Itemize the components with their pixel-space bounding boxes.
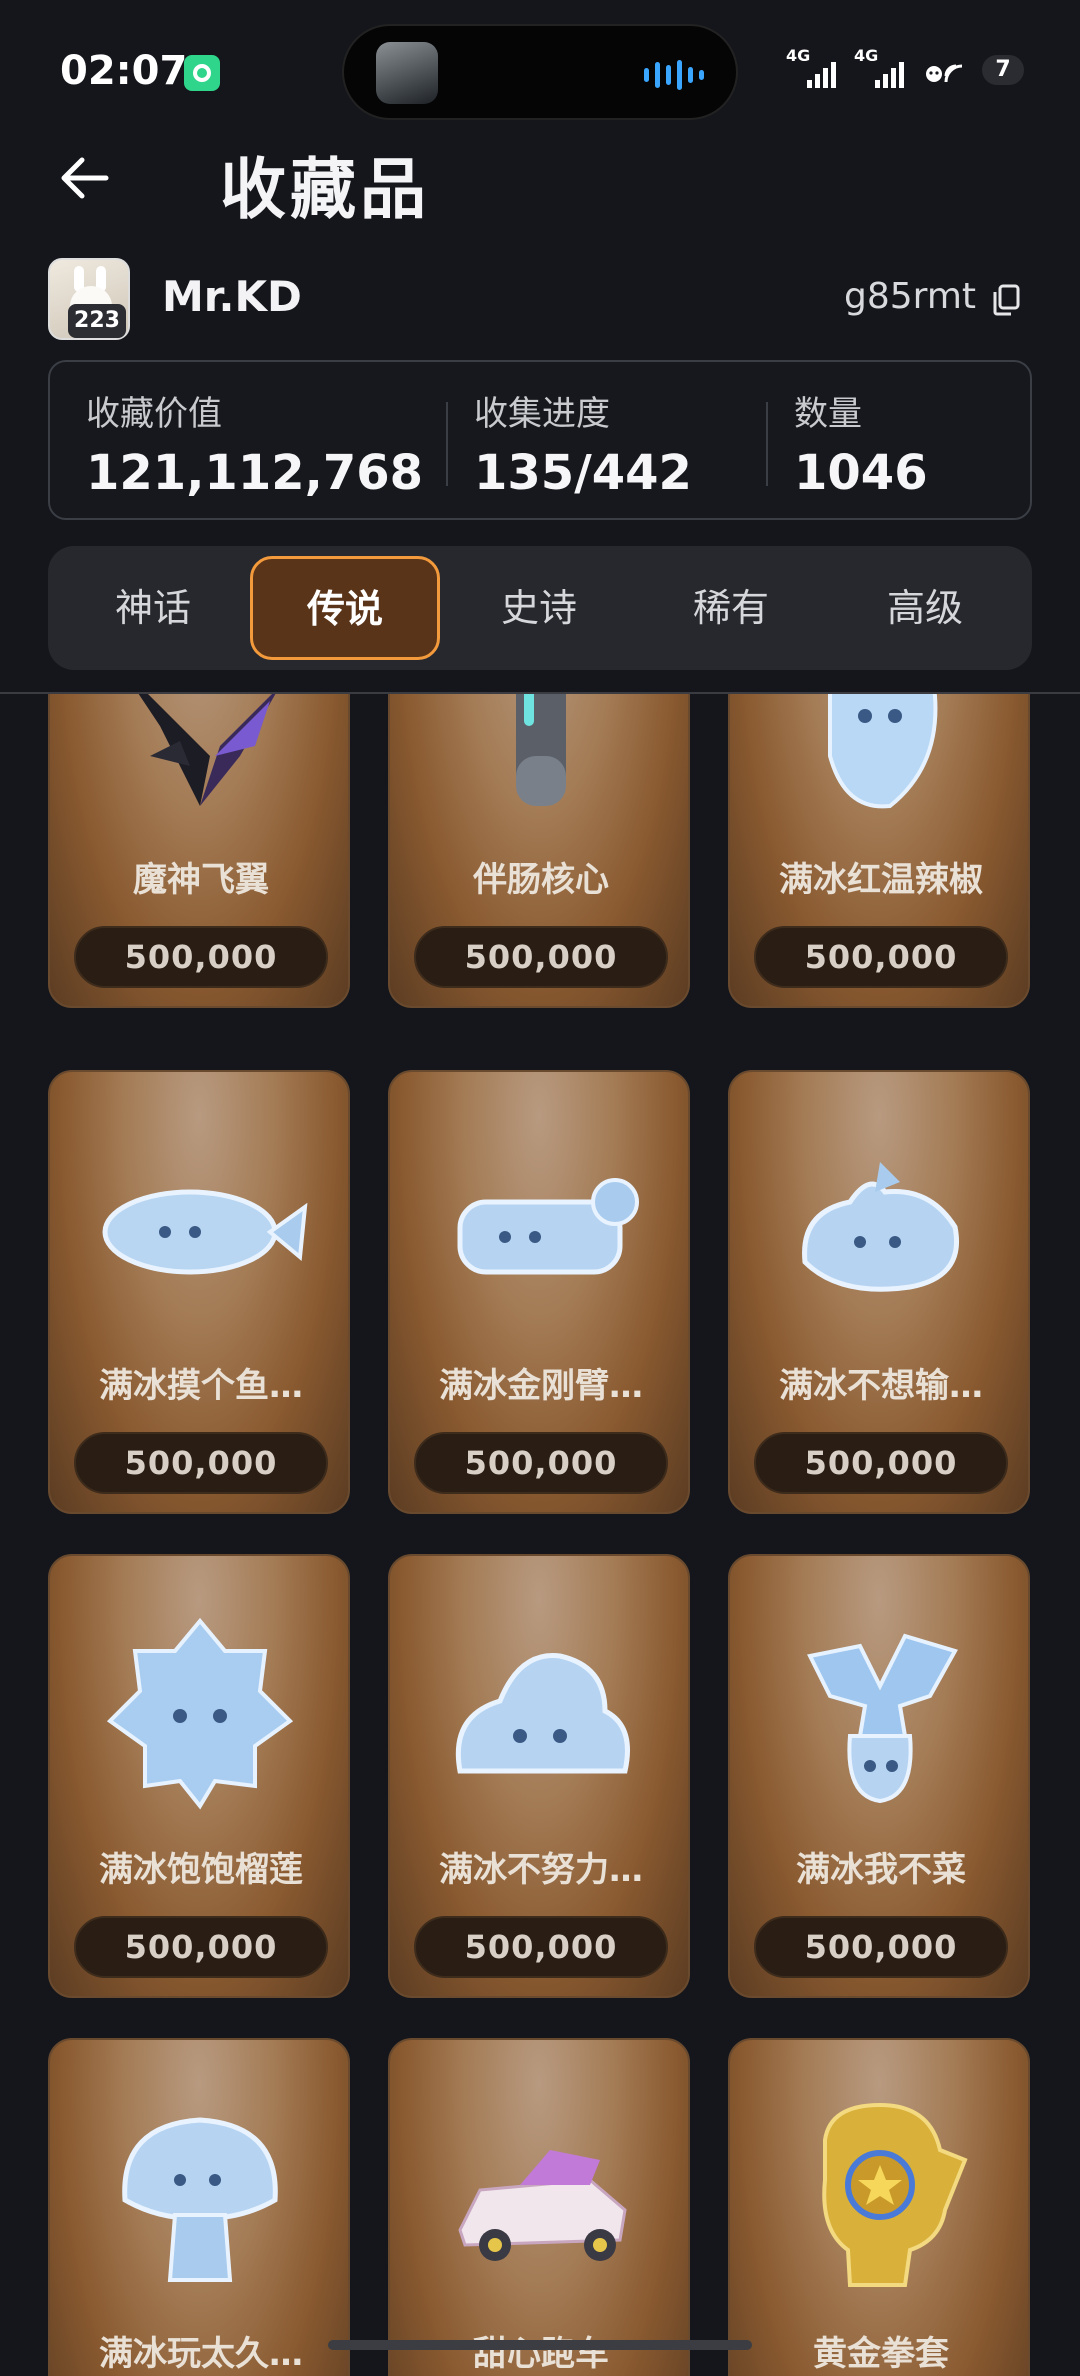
stats-panel: 收藏价值 121,112,768 收集进度 135/442 数量 1046 [48,360,1032,520]
dynamic-island[interactable] [342,24,738,120]
item-card[interactable]: 满冰玩太久… [48,2038,350,2376]
item-price: 500,000 [754,926,1008,988]
ice-pepper-icon [828,694,938,809]
item-name: 黄金拳套 [813,2334,949,2374]
item-name: 魔神飞翼 [133,860,269,900]
item-price: 500,000 [754,1432,1008,1494]
status-bar: 02:07 4G 4G 7 [0,0,1080,140]
back-arrow-icon[interactable] [56,150,112,206]
app-notification-icon [184,55,220,91]
sweet-car-icon [458,2150,627,2261]
ice-arm-icon [457,1178,639,1275]
item-price: 500,000 [414,1432,668,1494]
ice-durian-icon [106,1617,294,1810]
stat-count: 数量 1046 [794,394,928,501]
item-card[interactable]: 满冰不想输… 500,000 [728,1070,1030,1514]
tab-rare[interactable]: 稀有 [636,546,826,670]
item-card[interactable]: 魔神飞翼 500,000 [48,694,350,1008]
status-time: 02:07 [60,48,188,94]
item-card[interactable]: 满冰饱饱榴莲 500,000 [48,1554,350,1998]
username: Mr.KD [162,272,302,321]
copy-icon[interactable] [992,284,1020,316]
item-card[interactable]: 甜心跑车 [388,2038,690,2376]
item-price: 500,000 [414,926,668,988]
status-icons: 4G 4G 7 [786,46,1024,88]
item-name: 满冰摸个鱼… [99,1366,303,1406]
ice-blob-icon [802,1162,959,1292]
demon-wing-icon [138,694,276,806]
item-card[interactable]: 满冰不努力… 500,000 [388,1554,690,1998]
signal-icon: 4G [854,46,904,88]
page-title: 收藏品 [220,151,430,228]
item-name: 满冰红温辣椒 [779,860,983,900]
user-id: g85rmt [843,276,976,317]
battery-icon: 7 [982,55,1024,85]
ice-fish-icon [102,1189,308,1275]
item-card[interactable]: 满冰我不菜 500,000 [728,1554,1030,1998]
wifi-icon [926,64,963,83]
stat-divider [446,402,448,486]
capsule-core-icon [516,694,566,806]
item-card[interactable]: 伴肠核心 500,000 [388,694,690,1008]
stat-collection-value: 收藏价值 121,112,768 [86,394,424,501]
media-thumbnail-icon [376,42,438,104]
tab-epic[interactable]: 史诗 [444,546,634,670]
item-card[interactable]: 满冰红温辣椒 500,000 [728,694,1030,1008]
item-name: 满冰玩太久… [99,2334,303,2374]
level-badge: 223 [68,304,126,338]
item-card[interactable]: 满冰金刚臂… 500,000 [388,1070,690,1514]
tab-legendary[interactable]: 传说 [250,556,440,660]
item-name: 满冰不努力… [439,1850,643,1890]
item-price: 500,000 [74,1916,328,1978]
item-name: 甜心跑车 [473,2334,609,2374]
item-price: 500,000 [74,926,328,988]
item-price: 500,000 [414,1916,668,1978]
item-name: 满冰饱饱榴莲 [99,1850,303,1890]
tab-advanced[interactable]: 高级 [830,546,1020,670]
item-name: 满冰不想输… [779,1366,983,1406]
home-indicator[interactable] [328,2340,752,2350]
item-name: 满冰金刚臂… [439,1366,643,1406]
stat-divider [766,402,768,486]
item-grid[interactable]: 魔神飞翼 500,000 伴肠核心 500,000 满冰红温辣椒 500,000… [0,694,1080,2376]
item-name: 伴肠核心 [473,860,609,900]
item-card[interactable]: 黄金拳套 [728,2038,1030,2376]
ice-veggie-icon [807,1633,958,1804]
tab-mythic[interactable]: 神话 [58,546,248,670]
ice-mushroom-icon [122,2117,278,2282]
item-name: 满冰我不菜 [796,1850,966,1890]
item-price: 500,000 [754,1916,1008,1978]
golden-glove-icon [822,2102,968,2287]
rarity-tabs: 神话 传说 史诗 稀有 高级 [48,546,1032,670]
signal-icon: 4G [786,46,836,88]
ice-slime-icon [455,1653,630,1774]
item-card[interactable]: 满冰摸个鱼… 500,000 [48,1070,350,1514]
audio-wave-icon [644,60,704,90]
item-price: 500,000 [74,1432,328,1494]
stat-collection-progress: 收集进度 135/442 [474,394,692,501]
